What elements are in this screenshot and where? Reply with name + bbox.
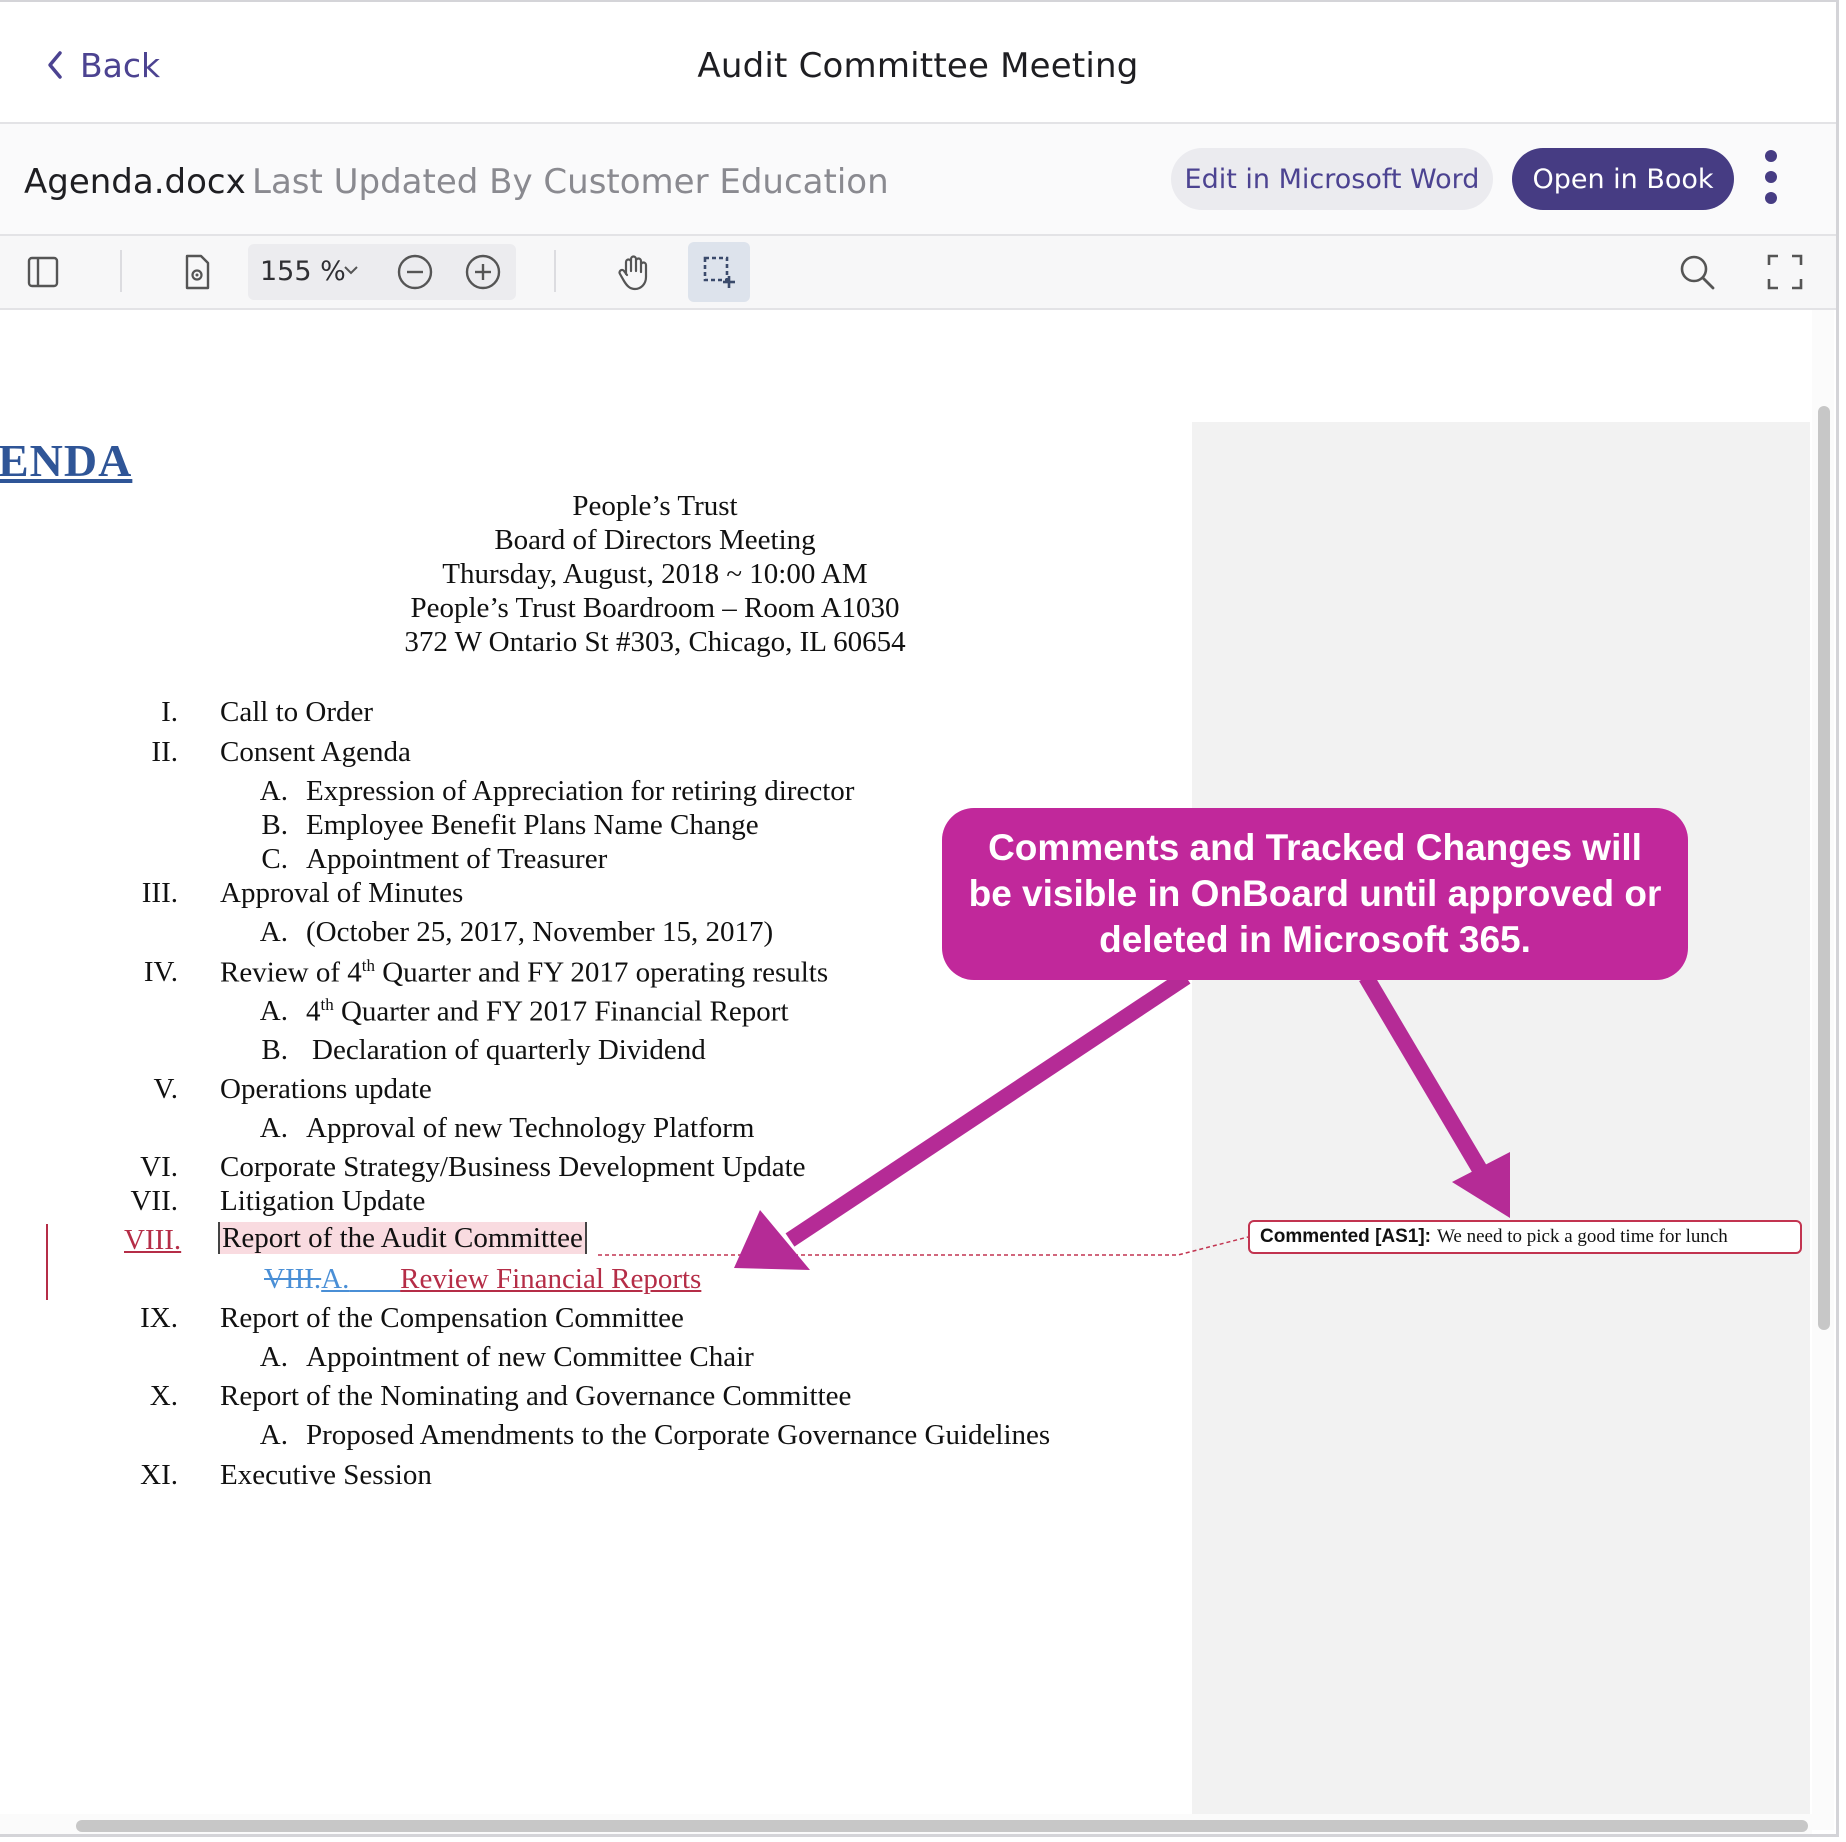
subitem-letter: C. (261, 843, 288, 875)
edit-in-word-button[interactable]: Edit in Microsoft Word (1171, 148, 1493, 210)
zoom-controls: 155 % (248, 244, 516, 300)
comment-text: We need to pick a good time for lunch (1437, 1226, 1728, 1247)
agenda-subitem: (October 25, 2017, November 15, 2017) (306, 916, 774, 948)
header-line: Board of Directors Meeting (494, 524, 816, 556)
comment-tag: Commented [AS1]: (1260, 1226, 1432, 1247)
title-bar: Back Audit Committee Meeting (0, 2, 1836, 124)
more-options-icon[interactable] (1758, 146, 1784, 210)
subitem-letter: A. (259, 995, 288, 1027)
item-number-tracked: VIII. (124, 1224, 182, 1256)
subitem-letter: A. (259, 916, 288, 948)
last-updated-text: Last Updated By Customer Education (252, 162, 889, 202)
agenda-subitem: Declaration of quarterly Dividend (312, 1034, 706, 1066)
vertical-scrollbar[interactable] (1812, 310, 1834, 1830)
subitem-letter: B. (261, 1034, 288, 1066)
zoom-select[interactable]: 155 % (248, 244, 368, 300)
subitem-letter: A. (259, 1112, 288, 1144)
item-number: VII. (130, 1185, 178, 1217)
header-line: 372 W Ontario St #303, Chicago, IL 60654 (404, 626, 906, 658)
agenda-item: Corporate Strategy/Business Development … (220, 1151, 806, 1183)
scroll-thumb[interactable] (76, 1820, 1808, 1832)
subitem-letter: B. (261, 809, 288, 841)
agenda-item: Litigation Update (220, 1185, 426, 1217)
fullscreen-icon[interactable] (1760, 246, 1810, 298)
inserted-text: Review Financial Reports (400, 1263, 702, 1295)
item-number: III. (141, 877, 178, 909)
agenda-item: Consent Agenda (220, 736, 411, 768)
pan-hand-icon[interactable] (608, 246, 658, 298)
item-number: V. (153, 1073, 178, 1105)
document-viewer-window: Back Audit Committee Meeting Agenda.docx… (0, 0, 1839, 1837)
item-number: II. (151, 736, 178, 768)
open-in-book-button[interactable]: Open in Book (1512, 148, 1734, 210)
page-title: Audit Committee Meeting (697, 46, 1139, 86)
toolbar-divider (554, 250, 556, 292)
subitem-letter: A. (259, 1419, 288, 1451)
deleted-text: VIII. (264, 1263, 322, 1295)
comment-pane (1192, 422, 1810, 1822)
agenda-item: Report of the Nominating and Governance … (220, 1380, 852, 1412)
file-name: Agenda.docx (24, 162, 246, 202)
subitem-letter: A. (259, 775, 288, 807)
agenda-subitem: Appointment of Treasurer (306, 843, 608, 875)
scroll-thumb[interactable] (1818, 406, 1830, 1330)
agenda-item-commented[interactable]: Report of the Audit Committee (218, 1222, 587, 1255)
sidebar-toggle-icon[interactable] (18, 246, 68, 298)
agenda-item: Report of the Compensation Committee (220, 1302, 684, 1334)
agenda-subitem: Employee Benefit Plans Name Change (306, 809, 759, 841)
toolbar-divider (120, 250, 122, 292)
marquee-select-icon[interactable] (688, 242, 750, 302)
annotation-callout: Comments and Tracked Changes will be vis… (942, 808, 1688, 980)
comment-balloon[interactable]: Commented [AS1]: We need to pick a good … (1248, 1220, 1802, 1254)
header-line: Thursday, August, 2018 ~ 10:00 AM (442, 558, 868, 590)
agenda-subitem: Expression of Appreciation for retiring … (306, 775, 855, 807)
zoom-out-icon[interactable] (390, 246, 440, 298)
agenda-subitem: Approval of new Technology Platform (306, 1112, 755, 1144)
horizontal-scrollbar[interactable] (0, 1814, 1812, 1834)
tracked-change-subitem: VIII.A. Review Financial Reports (264, 1263, 701, 1296)
agenda-heading: ENDA (0, 435, 133, 486)
search-icon[interactable] (1672, 246, 1722, 298)
chevron-down-icon (344, 266, 358, 275)
viewer-toolbar: 155 % (0, 236, 1836, 310)
agenda-subitem: Proposed Amendments to the Corporate Gov… (306, 1419, 1051, 1451)
agenda-item: Call to Order (220, 696, 374, 728)
item-number: VI. (140, 1151, 178, 1183)
zoom-in-icon[interactable] (458, 246, 508, 298)
item-number: I. (161, 696, 178, 728)
file-bar: Agenda.docx Last Updated By Customer Edu… (0, 124, 1836, 236)
document-settings-icon[interactable] (172, 246, 222, 298)
agenda-item: Operations update (220, 1073, 432, 1105)
agenda-item: Approval of Minutes (220, 877, 464, 909)
agenda-subitem: Appointment of new Committee Chair (306, 1341, 754, 1373)
item-number: IX. (140, 1302, 178, 1334)
agenda-item: Executive Session (220, 1459, 432, 1491)
item-number: X. (149, 1380, 178, 1412)
header-line: People’s Trust (572, 490, 738, 522)
item-number: XI. (140, 1459, 178, 1491)
header-line: People’s Trust Boardroom – Room A1030 (410, 592, 900, 624)
zoom-value: 155 % (260, 256, 346, 287)
subitem-letter: A. (259, 1341, 288, 1373)
change-bar (46, 1224, 48, 1300)
inserted-number: A. (321, 1263, 350, 1295)
agenda-subitem: 4th Quarter and FY 2017 Financial Report (306, 995, 789, 1028)
agenda-item: Review of 4th Quarter and FY 2017 operat… (220, 956, 829, 989)
item-number: IV. (143, 956, 178, 988)
